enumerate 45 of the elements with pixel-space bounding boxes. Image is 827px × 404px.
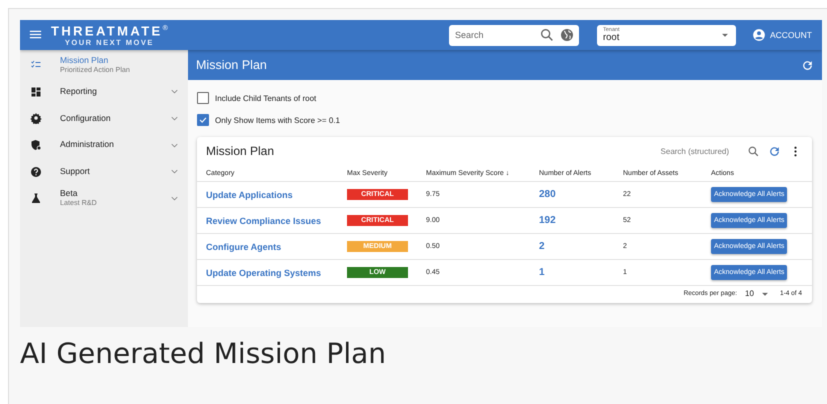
sidebar-item[interactable]: Administration: [20, 132, 188, 158]
sidebar-label: Mission Plan: [60, 56, 110, 66]
settings-icon: [30, 112, 42, 124]
globe-icon[interactable]: [558, 27, 575, 43]
per-page-select[interactable]: 10: [745, 286, 772, 300]
category-link[interactable]: Update Operating Systems: [206, 268, 322, 278]
category-link[interactable]: Configure Agents: [206, 242, 282, 252]
shield-icon: [30, 139, 42, 152]
sidebar-label: Administration: [60, 140, 115, 150]
sidebar-item[interactable]: Reporting: [20, 78, 188, 106]
per-page-value: 10: [745, 289, 754, 298]
refresh-icon[interactable]: [801, 58, 814, 72]
help-icon: [30, 166, 42, 178]
checkbox[interactable]: [197, 92, 209, 104]
checkbox-label: Only Show Items with Score >= 0.1: [215, 116, 340, 124]
sidebar-label: Beta: [60, 189, 78, 199]
sidebar-label: Reporting: [60, 87, 98, 97]
check-icon: [198, 115, 208, 125]
category-link[interactable]: Update Applications: [206, 190, 293, 200]
sidebar-item[interactable]: Support: [20, 158, 188, 185]
dashboard-icon: [30, 86, 42, 98]
logo: THREATMATE$^{®}$: [51, 22, 168, 38]
account-icon: [752, 28, 766, 42]
search-field[interactable]: Search (structured): [660, 146, 729, 156]
alerts-link[interactable]: 280: [539, 189, 556, 200]
search-field[interactable]: Search: [448, 24, 579, 46]
flask-icon: [30, 192, 42, 204]
alerts-link[interactable]: 2: [539, 241, 545, 252]
search-input[interactable]: Search: [454, 30, 535, 40]
category-link[interactable]: Review Compliance Issues: [206, 216, 322, 226]
checkbox-label: Include Child Tenants of root: [215, 94, 316, 102]
account-button[interactable]: ACCOUNT: [752, 28, 812, 42]
checkbox[interactable]: [197, 114, 209, 126]
page-title: Mission Plan: [196, 58, 267, 72]
caption: AI Generated Mission Plan: [20, 337, 387, 370]
tenant-value: root: [602, 33, 620, 42]
search-icon[interactable]: [538, 27, 555, 43]
alerts-link[interactable]: 192: [539, 215, 556, 226]
sidebar-label: Support: [60, 166, 91, 177]
table-title: Mission Plan: [206, 144, 274, 158]
sidebar-item[interactable]: Configuration: [20, 105, 188, 132]
alerts-link[interactable]: 1: [539, 267, 545, 278]
search-icon[interactable]: [747, 144, 760, 158]
sidebar-label: Configuration: [60, 114, 112, 124]
refresh-icon[interactable]: [768, 144, 781, 158]
